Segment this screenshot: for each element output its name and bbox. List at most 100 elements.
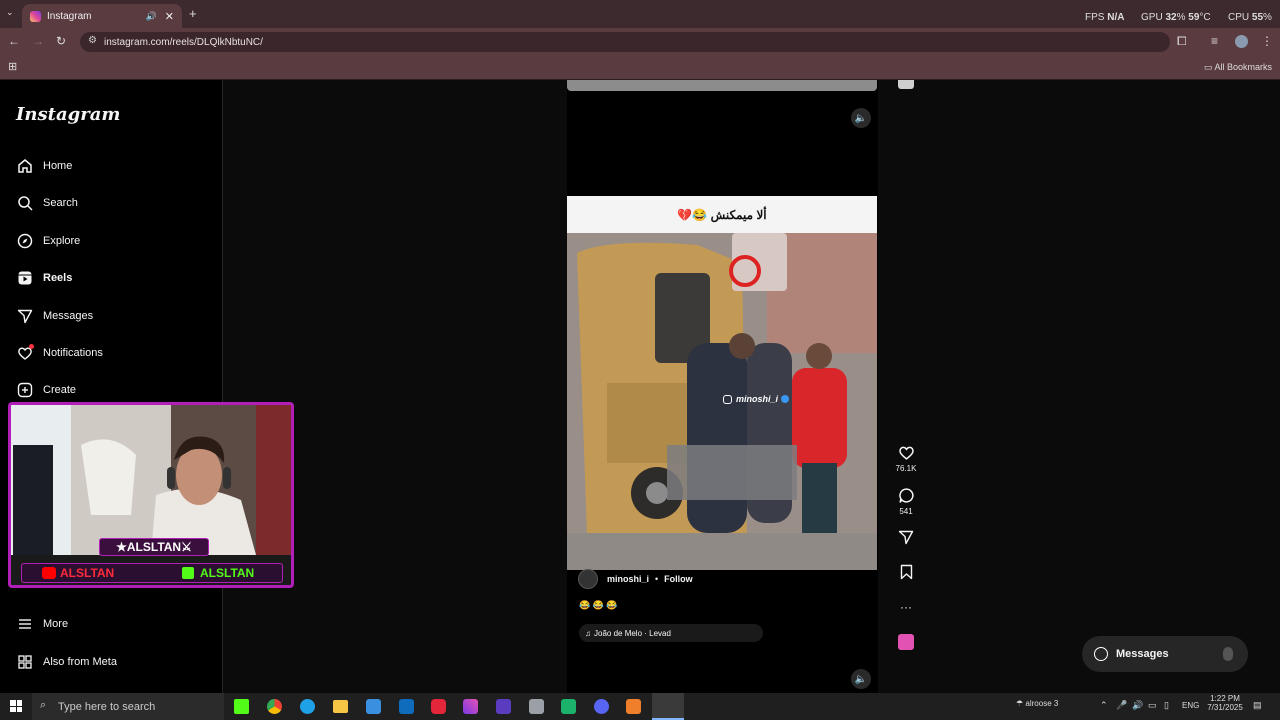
like-action[interactable]: 76.1K bbox=[891, 444, 921, 473]
store-taskbar-icon[interactable] bbox=[366, 699, 381, 714]
all-bookmarks-link[interactable]: ▭ All Bookmarks bbox=[1204, 62, 1272, 73]
kick-taskbar-icon[interactable] bbox=[234, 699, 249, 714]
edge-taskbar-icon[interactable] bbox=[300, 699, 315, 714]
sidebar-item-label: Notifications bbox=[43, 347, 103, 359]
new-tab-icon[interactable]: + bbox=[189, 6, 197, 21]
reel-video[interactable]: ألا ميمكنش 😂💔 minoshi_i bbox=[567, 196, 877, 570]
youtube-taskbar-icon[interactable] bbox=[431, 699, 446, 714]
author-username[interactable]: minoshi_i bbox=[607, 574, 649, 584]
reload-icon[interactable]: ↻ bbox=[56, 34, 66, 48]
youtube-icon bbox=[42, 567, 56, 579]
more-options-icon[interactable]: ··· bbox=[891, 600, 921, 614]
weather-icon: ☂ bbox=[1016, 699, 1026, 708]
video-caption-overlay: ألا ميمكنش 😂💔 bbox=[567, 196, 877, 233]
sidebar-item-more[interactable]: More bbox=[16, 615, 68, 633]
chrome-active-taskbar-item[interactable] bbox=[652, 693, 684, 720]
microphone-icon[interactable]: 🎤 bbox=[1116, 700, 1127, 711]
back-icon[interactable]: ← bbox=[8, 34, 20, 48]
tab-close-icon[interactable]: ✕ bbox=[165, 10, 174, 23]
home-icon bbox=[16, 157, 34, 175]
caption-overlay-text: ألا ميمكنش 😂💔 bbox=[677, 207, 767, 222]
forward-icon[interactable]: → bbox=[32, 34, 44, 48]
audio-title: João de Melo · Levad bbox=[594, 628, 671, 638]
extensions-icon[interactable]: ⧠ bbox=[1177, 34, 1187, 49]
sidebar-item-home[interactable]: Home bbox=[16, 157, 72, 175]
hamburger-icon bbox=[16, 615, 34, 633]
weather-widget[interactable]: ☂ alroose 3 bbox=[1016, 699, 1058, 708]
url-text: instagram.com/reels/DLQlkNbtuNC/ bbox=[104, 36, 263, 48]
media-control-icon[interactable]: ≡ bbox=[1211, 34, 1218, 48]
volume-icon[interactable]: 🔊 bbox=[1132, 700, 1143, 711]
audio-thumbnail[interactable] bbox=[898, 634, 914, 650]
follow-button[interactable]: Follow bbox=[664, 574, 693, 584]
video-watermark: minoshi_i bbox=[723, 394, 790, 404]
street-scene-image bbox=[567, 233, 877, 570]
file-explorer-icon[interactable] bbox=[333, 700, 348, 713]
outlook-taskbar-icon[interactable] bbox=[399, 699, 414, 714]
site-info-icon[interactable]: ⚙ bbox=[88, 35, 97, 46]
browser-tab[interactable]: Instagram 🔊 ✕ bbox=[22, 4, 182, 28]
music-note-icon: ♫ bbox=[585, 628, 591, 638]
gpu-label: GPU bbox=[1141, 12, 1163, 23]
sidebar-item-label: Reels bbox=[43, 272, 73, 284]
orange-app-taskbar-icon[interactable] bbox=[626, 699, 641, 714]
menu-kebab-icon[interactable]: ⋮ bbox=[1261, 34, 1273, 48]
streamer-webcam-overlay: ★ALSLTAN⚔ ALSLTAN ALSLTAN bbox=[8, 402, 294, 588]
browser-tab-bar: ⌄ Instagram 🔊 ✕ + FPS N/A GPU 32% 59°C C… bbox=[0, 0, 1280, 28]
address-bar[interactable]: ⚙ instagram.com/reels/DLQlkNbtuNC/ bbox=[80, 32, 1170, 52]
network-icon[interactable]: ▭ bbox=[1148, 700, 1157, 711]
cpu-percent-sign: % bbox=[1263, 12, 1272, 23]
messenger-icon bbox=[1094, 647, 1108, 661]
fps-overlay: FPS N/A bbox=[1085, 12, 1124, 23]
green-app-taskbar-icon[interactable] bbox=[561, 699, 576, 714]
all-bookmarks-label: All Bookmarks bbox=[1214, 62, 1273, 72]
watermark-text: minoshi_i bbox=[736, 394, 779, 404]
comment-action[interactable]: 541 bbox=[891, 487, 921, 516]
sidebar-item-create[interactable]: Create bbox=[16, 381, 76, 399]
tab-search-icon[interactable]: ⌄ bbox=[6, 7, 20, 21]
notification-center-icon[interactable]: ▤ bbox=[1253, 700, 1262, 711]
youtube-handle: ALSLTAN bbox=[60, 566, 115, 580]
video-editor-taskbar-icon[interactable] bbox=[496, 699, 511, 714]
weather-text: alroose 3 bbox=[1025, 699, 1059, 708]
instagram-logo[interactable]: Instagram bbox=[16, 104, 120, 125]
author-avatar[interactable] bbox=[578, 569, 598, 589]
language-indicator[interactable]: ENG bbox=[1182, 701, 1199, 710]
profile-avatar[interactable] bbox=[1235, 35, 1248, 48]
taskbar-search[interactable]: ⌕ Type here to search bbox=[32, 693, 224, 720]
sidebar-item-label: Messages bbox=[43, 310, 94, 322]
save-action[interactable] bbox=[891, 564, 921, 580]
sidebar-item-reels[interactable]: Reels bbox=[16, 269, 72, 287]
sidebar-item-notifications[interactable]: Notifications bbox=[16, 344, 103, 362]
cpu-value: 55 bbox=[1251, 12, 1264, 23]
cpu-overlay: CPU 55% bbox=[1228, 12, 1272, 23]
reels-icon bbox=[16, 269, 34, 287]
search-icon: ⌕ bbox=[40, 699, 47, 711]
sidebar-item-label: Also from Meta bbox=[43, 656, 117, 668]
send-icon bbox=[16, 307, 34, 325]
speaker-icon: 🔈 bbox=[854, 112, 868, 124]
tray-chevron-icon[interactable]: ⌃ bbox=[1100, 700, 1108, 711]
audio-pill[interactable]: ♫ João de Melo · Levad bbox=[579, 624, 763, 642]
sidebar-item-also-from-meta[interactable]: Also from Meta bbox=[16, 653, 117, 671]
sidebar-item-label: Explore bbox=[43, 235, 81, 247]
mute-toggle-top[interactable]: 🔈 bbox=[851, 108, 871, 128]
tab-audio-icon[interactable]: 🔊 bbox=[146, 11, 157, 22]
app-taskbar-icon[interactable] bbox=[463, 699, 478, 714]
chrome-taskbar-icon[interactable] bbox=[267, 699, 282, 714]
windows-start-icon[interactable] bbox=[10, 700, 22, 712]
speaker-icon: 🔈 bbox=[854, 673, 868, 685]
apps-grid-icon[interactable]: ⊞ bbox=[8, 60, 17, 73]
sidebar-item-explore[interactable]: Explore bbox=[16, 232, 80, 250]
discord-taskbar-icon[interactable] bbox=[594, 699, 609, 714]
mute-toggle-bottom[interactable]: 🔈 bbox=[851, 669, 871, 689]
taskbar-search-placeholder: Type here to search bbox=[58, 700, 156, 713]
sidebar-item-messages[interactable]: Messages bbox=[16, 307, 93, 325]
share-action[interactable] bbox=[891, 529, 921, 545]
tool-taskbar-icon[interactable] bbox=[529, 699, 544, 714]
sidebar-item-search[interactable]: Search bbox=[16, 194, 78, 212]
clock[interactable]: 1:22 PM 7/31/2025 bbox=[1206, 694, 1244, 712]
gpu-value: 32 bbox=[1165, 12, 1177, 23]
messages-bubble[interactable]: Messages bbox=[1082, 636, 1248, 672]
display-icon[interactable]: ▯ bbox=[1164, 700, 1169, 711]
